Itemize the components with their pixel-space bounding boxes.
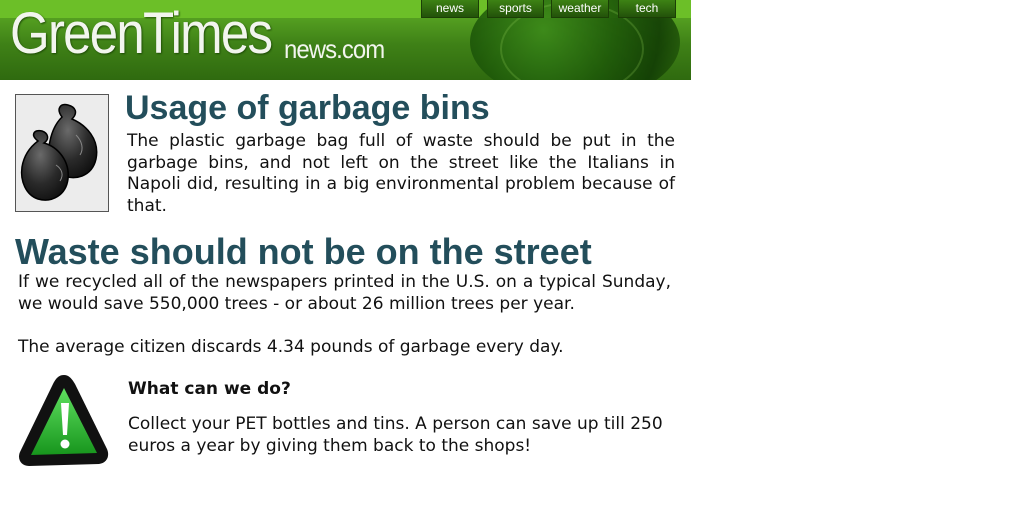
nav-weather-button[interactable]: weather bbox=[551, 0, 609, 18]
article-body-recycling-fact: If we recycled all of the newspapers pri… bbox=[18, 272, 671, 314]
nav-tech-button[interactable]: tech bbox=[618, 0, 676, 18]
article-title-garbage-bins: Usage of garbage bins bbox=[125, 89, 490, 127]
nav-news-button[interactable]: news bbox=[421, 0, 479, 18]
site-header: GreenTimes news.com news sports weather … bbox=[0, 0, 691, 80]
garbage-bags-image bbox=[15, 94, 109, 212]
site-logo-domain[interactable]: news.com bbox=[284, 34, 385, 64]
garbage-bags-icon bbox=[20, 103, 98, 201]
article-body-garbage-fact: The average citizen discards 4.34 pounds… bbox=[18, 337, 564, 357]
warning-icon bbox=[19, 375, 109, 466]
article-body-garbage-bins: The plastic garbage bag full of waste sh… bbox=[127, 131, 675, 216]
article-title-waste-street: Waste should not be on the street bbox=[15, 231, 592, 272]
tip-heading: What can we do? bbox=[128, 379, 291, 399]
nav-sports-button[interactable]: sports bbox=[487, 0, 544, 18]
site-logo[interactable]: GreenTimes bbox=[10, 2, 273, 66]
tip-body: Collect your PET bottles and tins. A per… bbox=[128, 414, 663, 456]
